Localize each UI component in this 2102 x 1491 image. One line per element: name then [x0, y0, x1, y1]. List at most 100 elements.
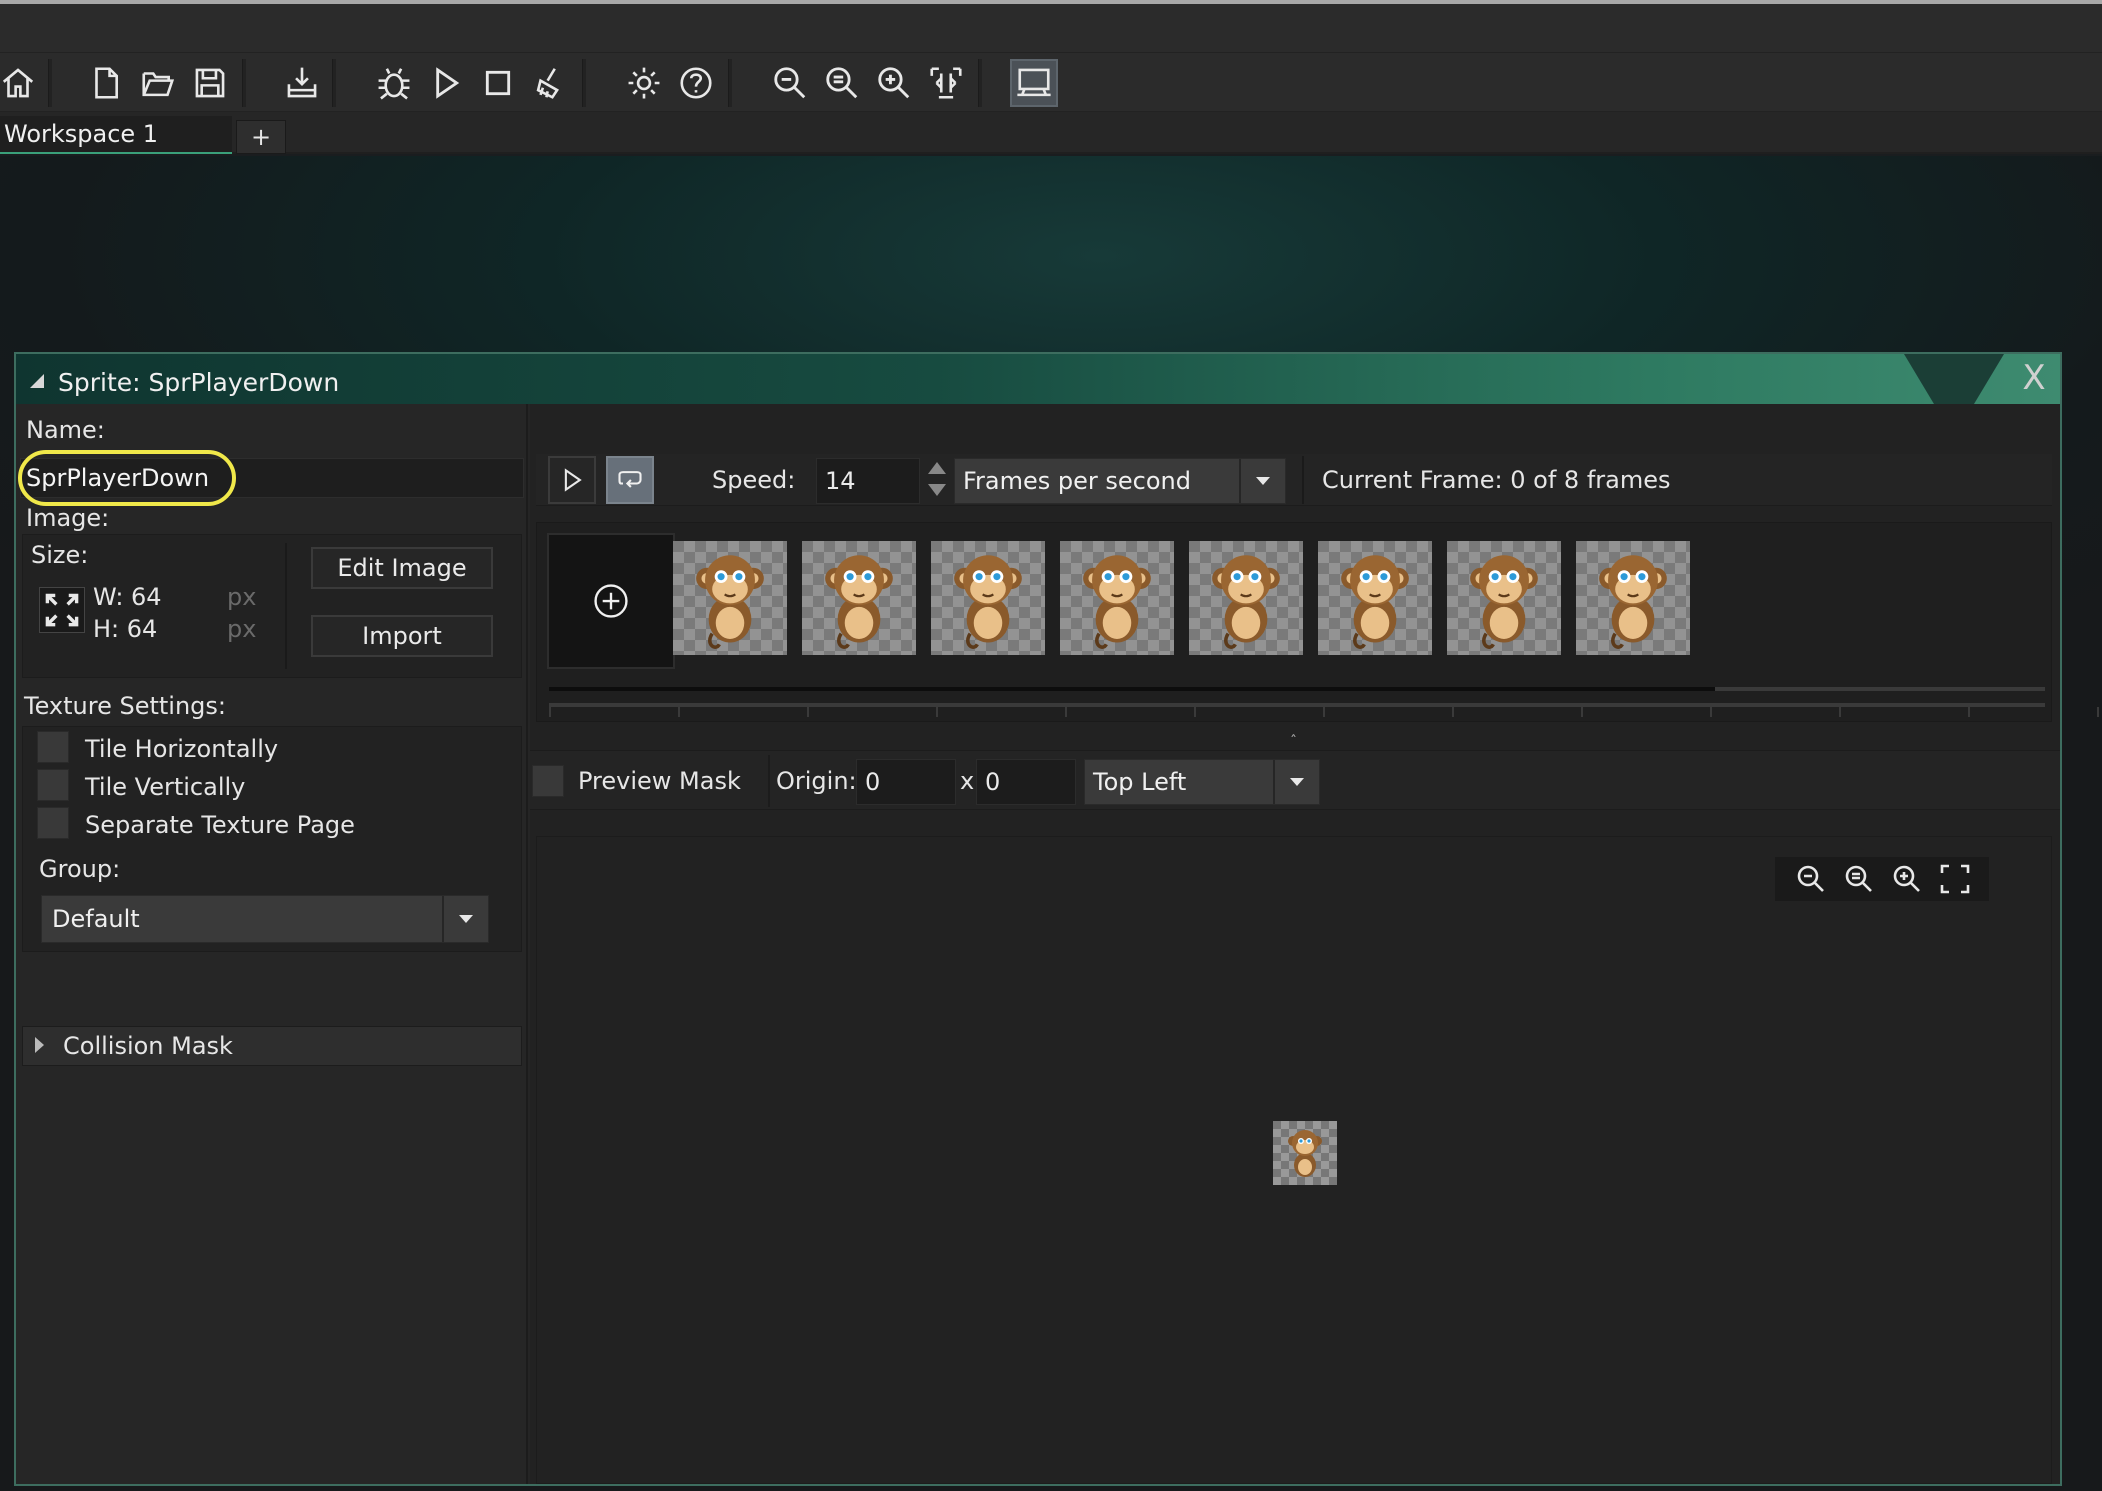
- settings-icon[interactable]: [620, 59, 668, 107]
- texture-settings-section: Tile Horizontally Tile Vertically Separa…: [22, 726, 522, 952]
- device-icon[interactable]: [1010, 59, 1058, 107]
- chevron-down-icon[interactable]: [1239, 459, 1285, 503]
- toolbar-separator: [582, 59, 586, 107]
- size-section: Size: W: 64 H: 64 px px Edit Image Impor…: [22, 534, 522, 678]
- help-icon[interactable]: [672, 59, 720, 107]
- zoom-out-icon[interactable]: [1791, 859, 1831, 899]
- home-icon[interactable]: [0, 59, 42, 107]
- zoom-in-icon[interactable]: [870, 59, 918, 107]
- timeline-tick: [1323, 707, 1325, 717]
- group-label: Group:: [39, 855, 121, 883]
- expand-arrow-icon[interactable]: [35, 1037, 44, 1053]
- playback-controls: Speed: 14 Frames per second Current Fram…: [536, 454, 2052, 506]
- tile-vertically-label: Tile Vertically: [85, 773, 246, 801]
- origin-x-input[interactable]: 0: [856, 759, 956, 805]
- chevron-down-icon[interactable]: [442, 896, 488, 942]
- timeline-tick: [1710, 707, 1712, 717]
- frames-strip: [536, 522, 2099, 722]
- close-button[interactable]: X: [2016, 360, 2052, 396]
- origin-label: Origin:: [776, 767, 857, 795]
- timeline-tick: [936, 707, 938, 717]
- collision-mask-section[interactable]: Collision Mask: [22, 1026, 522, 1066]
- preview-mask-checkbox[interactable]: [532, 765, 564, 797]
- current-frame-label: Current Frame: 0 of 8 frames: [1322, 466, 1671, 494]
- edit-image-button[interactable]: Edit Image: [311, 547, 493, 589]
- stop-icon[interactable]: [474, 59, 522, 107]
- speed-label: Speed:: [712, 466, 796, 494]
- tab-workspace-1[interactable]: Workspace 1: [0, 116, 232, 154]
- zoom-in-icon[interactable]: [1887, 859, 1927, 899]
- origin-bar: Preview Mask Origin: 0 x 0 Top Left: [530, 750, 2060, 810]
- group-value: Default: [52, 905, 140, 933]
- frame-thumbnail[interactable]: [1576, 541, 1690, 655]
- frame-thumbnail[interactable]: [1318, 541, 1432, 655]
- main-toolbar: [0, 52, 2102, 112]
- zoom-reset-icon[interactable]: [1839, 859, 1879, 899]
- timeline-tick: [1968, 707, 1970, 717]
- tile-horizontally-label: Tile Horizontally: [85, 735, 279, 763]
- frame-thumbnail[interactable]: [1060, 541, 1174, 655]
- fullscreen-icon[interactable]: [1935, 859, 1975, 899]
- zoom-reset-icon[interactable]: [818, 59, 866, 107]
- new-file-icon[interactable]: [82, 59, 130, 107]
- frame-thumbnail[interactable]: [673, 541, 787, 655]
- toolbar-separator: [978, 59, 982, 107]
- timeline-tick: [1194, 707, 1196, 717]
- chevron-down-icon[interactable]: [1273, 760, 1319, 804]
- window-title: Sprite: SprPlayerDown: [58, 368, 340, 397]
- frame-timeline[interactable]: [549, 687, 2099, 717]
- speed-unit-select[interactable]: Frames per second: [954, 458, 1286, 504]
- preview-mask-label: Preview Mask: [578, 767, 741, 795]
- collapse-arrow-icon[interactable]: ˆ: [1290, 734, 1297, 750]
- tile-vertically-checkbox[interactable]: [37, 769, 69, 801]
- name-label: Name:: [26, 416, 105, 444]
- fit-icon[interactable]: [922, 59, 970, 107]
- open-folder-icon[interactable]: [134, 59, 182, 107]
- frame-thumbnail[interactable]: [1447, 541, 1561, 655]
- export-icon[interactable]: [278, 59, 326, 107]
- toolbar-separator: [242, 59, 246, 107]
- debug-icon[interactable]: [370, 59, 418, 107]
- separate-texture-page-label: Separate Texture Page: [85, 811, 355, 839]
- resize-icon[interactable]: [39, 587, 85, 633]
- frame-thumbnail[interactable]: [931, 541, 1045, 655]
- run-icon[interactable]: [422, 59, 470, 107]
- origin-preset-value: Top Left: [1093, 768, 1187, 796]
- toolbar-separator: [728, 59, 732, 107]
- monkey-sprite-icon: [1288, 1130, 1322, 1177]
- origin-y-input[interactable]: 0: [976, 759, 1076, 805]
- preview-zoom-tools: [1775, 857, 1989, 901]
- add-tab-button[interactable]: +: [236, 120, 286, 154]
- add-frame-button[interactable]: [547, 533, 675, 669]
- size-divider: [285, 543, 287, 669]
- speed-input[interactable]: 14: [816, 458, 920, 504]
- preview-sprite-image: [1273, 1121, 1337, 1185]
- sprite-preview-canvas[interactable]: [536, 836, 2052, 1484]
- tile-horizontally-checkbox[interactable]: [37, 731, 69, 763]
- speed-up-icon[interactable]: [928, 462, 946, 474]
- import-button[interactable]: Import: [311, 615, 493, 657]
- speed-unit-value: Frames per second: [963, 467, 1191, 495]
- timeline-tick: [807, 707, 809, 717]
- origin-divider: [768, 755, 770, 807]
- speed-down-icon[interactable]: [928, 484, 946, 496]
- frame-thumbnail[interactable]: [802, 541, 916, 655]
- origin-preset-select[interactable]: Top Left: [1084, 759, 1320, 805]
- zoom-out-icon[interactable]: [766, 59, 814, 107]
- collapse-window-icon[interactable]: [30, 374, 44, 388]
- window-notch: [1904, 354, 2004, 404]
- height-unit: px: [227, 615, 257, 643]
- frame-thumbnail[interactable]: [1189, 541, 1303, 655]
- clean-icon[interactable]: [526, 59, 574, 107]
- window-header[interactable]: Sprite: SprPlayerDown X: [16, 354, 2060, 404]
- separate-texture-page-checkbox[interactable]: [37, 807, 69, 839]
- texture-settings-label: Texture Settings:: [24, 692, 227, 720]
- group-select[interactable]: Default: [41, 895, 489, 943]
- play-button[interactable]: [548, 456, 596, 504]
- save-icon[interactable]: [186, 59, 234, 107]
- toolbar-separator: [48, 59, 52, 107]
- origin-separator: x: [960, 767, 975, 795]
- loop-button[interactable]: [606, 456, 654, 504]
- timeline-ruler: [549, 703, 2045, 707]
- name-highlight: [18, 450, 236, 506]
